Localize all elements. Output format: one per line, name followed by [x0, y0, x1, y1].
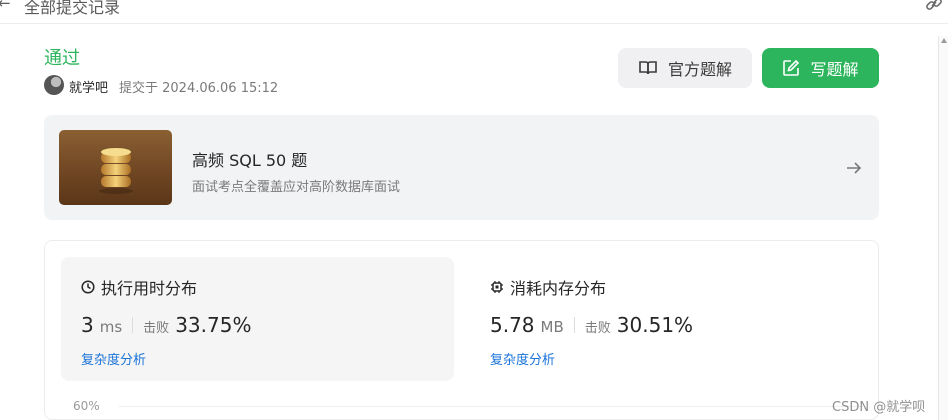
runtime-panel[interactable]: 执行用时分布 3 ms 击败 33.75% 复杂度分析 — [61, 257, 454, 381]
write-solution-label: 写题解 — [810, 60, 859, 79]
book-open-icon — [639, 61, 657, 75]
runtime-title-label: 执行用时分布 — [101, 279, 198, 298]
runtime-complexity-link[interactable]: 复杂度分析 — [81, 349, 146, 368]
divider — [132, 317, 134, 333]
study-plan-thumbnail — [59, 130, 172, 205]
memory-metric: 5.78 MB 击败 30.51% — [490, 313, 693, 337]
runtime-metric: 3 ms 击败 33.75% — [81, 313, 251, 337]
chip-icon — [491, 281, 503, 293]
runtime-unit: ms — [99, 318, 123, 336]
official-solution-label: 官方题解 — [667, 60, 732, 79]
top-bar: ← 全部提交记录 — [0, 0, 948, 24]
study-plan-subtitle: 面试考点全覆盖应对高阶数据库面试 — [192, 180, 401, 195]
result-card: 执行用时分布 3 ms 击败 33.75% 复杂度分析 消耗内存分布 5.78 … — [44, 240, 879, 420]
avatar[interactable] — [44, 75, 64, 95]
write-solution-button[interactable]: 写题解 — [762, 48, 879, 88]
author-name[interactable]: 就学吧 — [69, 77, 108, 96]
study-plan-card[interactable]: 高频 SQL 50 题 面试考点全覆盖应对高阶数据库面试 — [44, 115, 879, 220]
memory-unit: MB — [540, 318, 564, 336]
database-coins-icon — [99, 148, 133, 194]
edit-icon — [783, 59, 800, 76]
page-title: 全部提交记录 — [24, 0, 121, 17]
memory-title-label: 消耗内存分布 — [510, 279, 607, 298]
arrow-left-icon[interactable]: ← — [0, 0, 11, 12]
runtime-title: 执行用时分布 — [81, 275, 197, 299]
runtime-value: 3 — [81, 313, 94, 337]
link-icon[interactable] — [924, 0, 944, 14]
clock-icon — [81, 280, 95, 294]
memory-panel[interactable]: 消耗内存分布 5.78 MB 击败 30.51% 复杂度分析 — [470, 257, 863, 381]
divider — [573, 317, 575, 333]
memory-complexity-link[interactable]: 复杂度分析 — [490, 349, 555, 368]
runtime-beat-value: 33.75% — [175, 313, 252, 337]
chart-gridline — [119, 406, 863, 407]
memory-title: 消耗内存分布 — [490, 275, 606, 299]
scrollbar[interactable] — [938, 36, 948, 420]
official-solution-button[interactable]: 官方题解 — [618, 48, 752, 88]
chart-y-tick: 60% — [73, 399, 100, 413]
arrow-right-icon[interactable] — [845, 159, 863, 177]
submission-time: 提交于 2024.06.06 15:12 — [119, 81, 279, 96]
scroll-up-arrow-icon[interactable] — [941, 38, 947, 43]
memory-beat-label: 击败 — [584, 321, 611, 336]
memory-beat-value: 30.51% — [616, 313, 694, 337]
memory-value: 5.78 — [490, 313, 535, 337]
study-plan-title: 高频 SQL 50 题 — [192, 151, 308, 170]
runtime-beat-label: 击败 — [143, 321, 170, 336]
submission-status: 通过 — [44, 48, 80, 69]
watermark: CSDN @就学呗 — [832, 400, 926, 415]
